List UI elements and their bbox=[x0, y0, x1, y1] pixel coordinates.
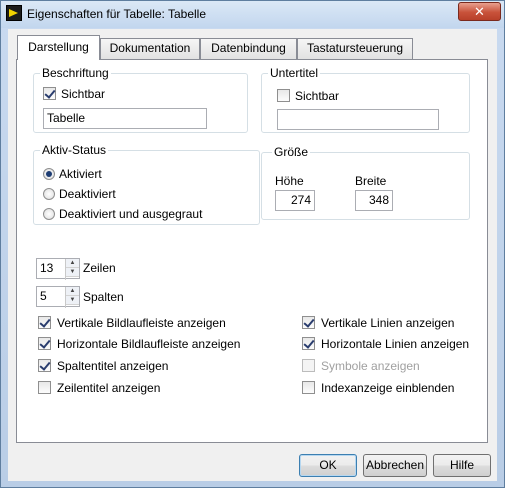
tab-dokumentation[interactable]: Dokumentation bbox=[100, 38, 200, 59]
cancel-button[interactable]: Abbrechen bbox=[363, 454, 427, 477]
labview-icon bbox=[6, 5, 22, 21]
group-label-aktiv-status: Aktiv-Status bbox=[40, 143, 109, 157]
label-horizontale-linien: Horizontale Linien anzeigen bbox=[321, 337, 470, 351]
checkbox-horizontale-bildlaufleiste[interactable] bbox=[38, 337, 51, 350]
spalten-stepper[interactable]: 5 ▲ ▼ bbox=[36, 286, 80, 308]
checkbox-zeilentitel[interactable] bbox=[38, 381, 51, 394]
zeilen-spinner[interactable]: ▲ ▼ bbox=[65, 259, 79, 280]
window-title: Eigenschaften für Tabelle: Tabelle bbox=[27, 7, 207, 21]
group-aktiv-status: Aktiv-Status Aktiviert Deaktiviert Deakt… bbox=[33, 143, 260, 225]
tab-label: Datenbindung bbox=[211, 41, 286, 55]
label-spaltentitel: Spaltentitel anzeigen bbox=[57, 359, 169, 373]
label-indexanzeige: Indexanzeige einblenden bbox=[321, 381, 455, 395]
tab-label: Darstellung bbox=[28, 40, 89, 54]
dialog-body: Darstellung Dokumentation Datenbindung T… bbox=[8, 29, 497, 481]
untertitel-visible-checkbox[interactable] bbox=[277, 89, 290, 102]
zeilen-label: Zeilen bbox=[83, 261, 116, 275]
label-vertikale-bildlaufleiste: Vertikale Bildlaufleiste anzeigen bbox=[57, 316, 226, 330]
spin-down-icon[interactable]: ▼ bbox=[66, 268, 79, 277]
radio-label-aktiviert: Aktiviert bbox=[59, 167, 102, 181]
title-bar: Eigenschaften für Tabelle: Tabelle ✕ bbox=[1, 1, 504, 28]
label-symbole: Symbole anzeigen bbox=[321, 359, 420, 373]
radio-label-deaktiviert-ausgegraut: Deaktiviert und ausgegraut bbox=[59, 207, 203, 221]
hoehe-input[interactable]: 274 bbox=[275, 190, 315, 211]
checkbox-vertikale-linien[interactable] bbox=[302, 316, 315, 329]
beschriftung-visible-checkbox[interactable] bbox=[43, 87, 56, 100]
checkbox-vertikale-bildlaufleiste[interactable] bbox=[38, 316, 51, 329]
label-horizontale-bildlaufleiste: Horizontale Bildlaufleiste anzeigen bbox=[57, 337, 241, 351]
spin-down-icon[interactable]: ▼ bbox=[66, 296, 79, 305]
beschriftung-visible-label: Sichtbar bbox=[61, 87, 106, 101]
untertitel-visible-label: Sichtbar bbox=[295, 89, 340, 103]
spalten-spinner[interactable]: ▲ ▼ bbox=[65, 287, 79, 308]
group-label-untertitel: Untertitel bbox=[268, 66, 321, 80]
tab-tastatursteuerung[interactable]: Tastatursteuerung bbox=[297, 38, 413, 59]
checkbox-horizontale-linien[interactable] bbox=[302, 337, 315, 350]
label-zeilentitel: Zeilentitel anzeigen bbox=[57, 381, 161, 395]
hoehe-label: Höhe bbox=[275, 174, 304, 188]
untertitel-input[interactable] bbox=[277, 109, 439, 130]
breite-input[interactable]: 348 bbox=[355, 190, 393, 211]
group-label-groesse: Größe bbox=[272, 145, 311, 159]
radio-aktiviert[interactable] bbox=[43, 168, 55, 180]
group-beschriftung: Beschriftung Sichtbar Tabelle bbox=[33, 66, 248, 133]
close-button[interactable]: ✕ bbox=[458, 2, 501, 21]
checkbox-indexanzeige[interactable] bbox=[302, 381, 315, 394]
group-untertitel: Untertitel Sichtbar bbox=[261, 66, 470, 133]
tab-panel-darstellung: Beschriftung Sichtbar Tabelle Untertitel… bbox=[16, 59, 488, 443]
zeilen-stepper[interactable]: 13 ▲ ▼ bbox=[36, 258, 80, 280]
label-vertikale-linien: Vertikale Linien anzeigen bbox=[321, 316, 455, 330]
tab-darstellung[interactable]: Darstellung bbox=[17, 35, 100, 60]
radio-deaktiviert[interactable] bbox=[43, 188, 55, 200]
radio-label-deaktiviert: Deaktiviert bbox=[59, 187, 116, 201]
close-icon: ✕ bbox=[474, 4, 485, 19]
spin-up-icon[interactable]: ▲ bbox=[66, 259, 79, 268]
zeilen-value: 13 bbox=[40, 261, 54, 275]
checkbox-symbole bbox=[302, 359, 315, 372]
spalten-value: 5 bbox=[40, 289, 47, 303]
ok-button[interactable]: OK bbox=[299, 454, 357, 477]
tab-label: Tastatursteuerung bbox=[306, 41, 404, 55]
tab-label: Dokumentation bbox=[109, 41, 191, 55]
group-groesse: Größe Höhe 274 Breite 348 bbox=[261, 145, 470, 220]
spin-up-icon[interactable]: ▲ bbox=[66, 287, 79, 296]
properties-dialog: Eigenschaften für Tabelle: Tabelle ✕ Dar… bbox=[0, 0, 505, 488]
radio-deaktiviert-ausgegraut[interactable] bbox=[43, 208, 55, 220]
help-button[interactable]: Hilfe bbox=[433, 454, 491, 477]
breite-label: Breite bbox=[355, 174, 387, 188]
spalten-label: Spalten bbox=[83, 290, 124, 304]
beschriftung-input[interactable]: Tabelle bbox=[43, 108, 207, 129]
checkbox-spaltentitel[interactable] bbox=[38, 359, 51, 372]
group-label-beschriftung: Beschriftung bbox=[40, 66, 111, 80]
tab-datenbindung[interactable]: Datenbindung bbox=[200, 38, 297, 59]
